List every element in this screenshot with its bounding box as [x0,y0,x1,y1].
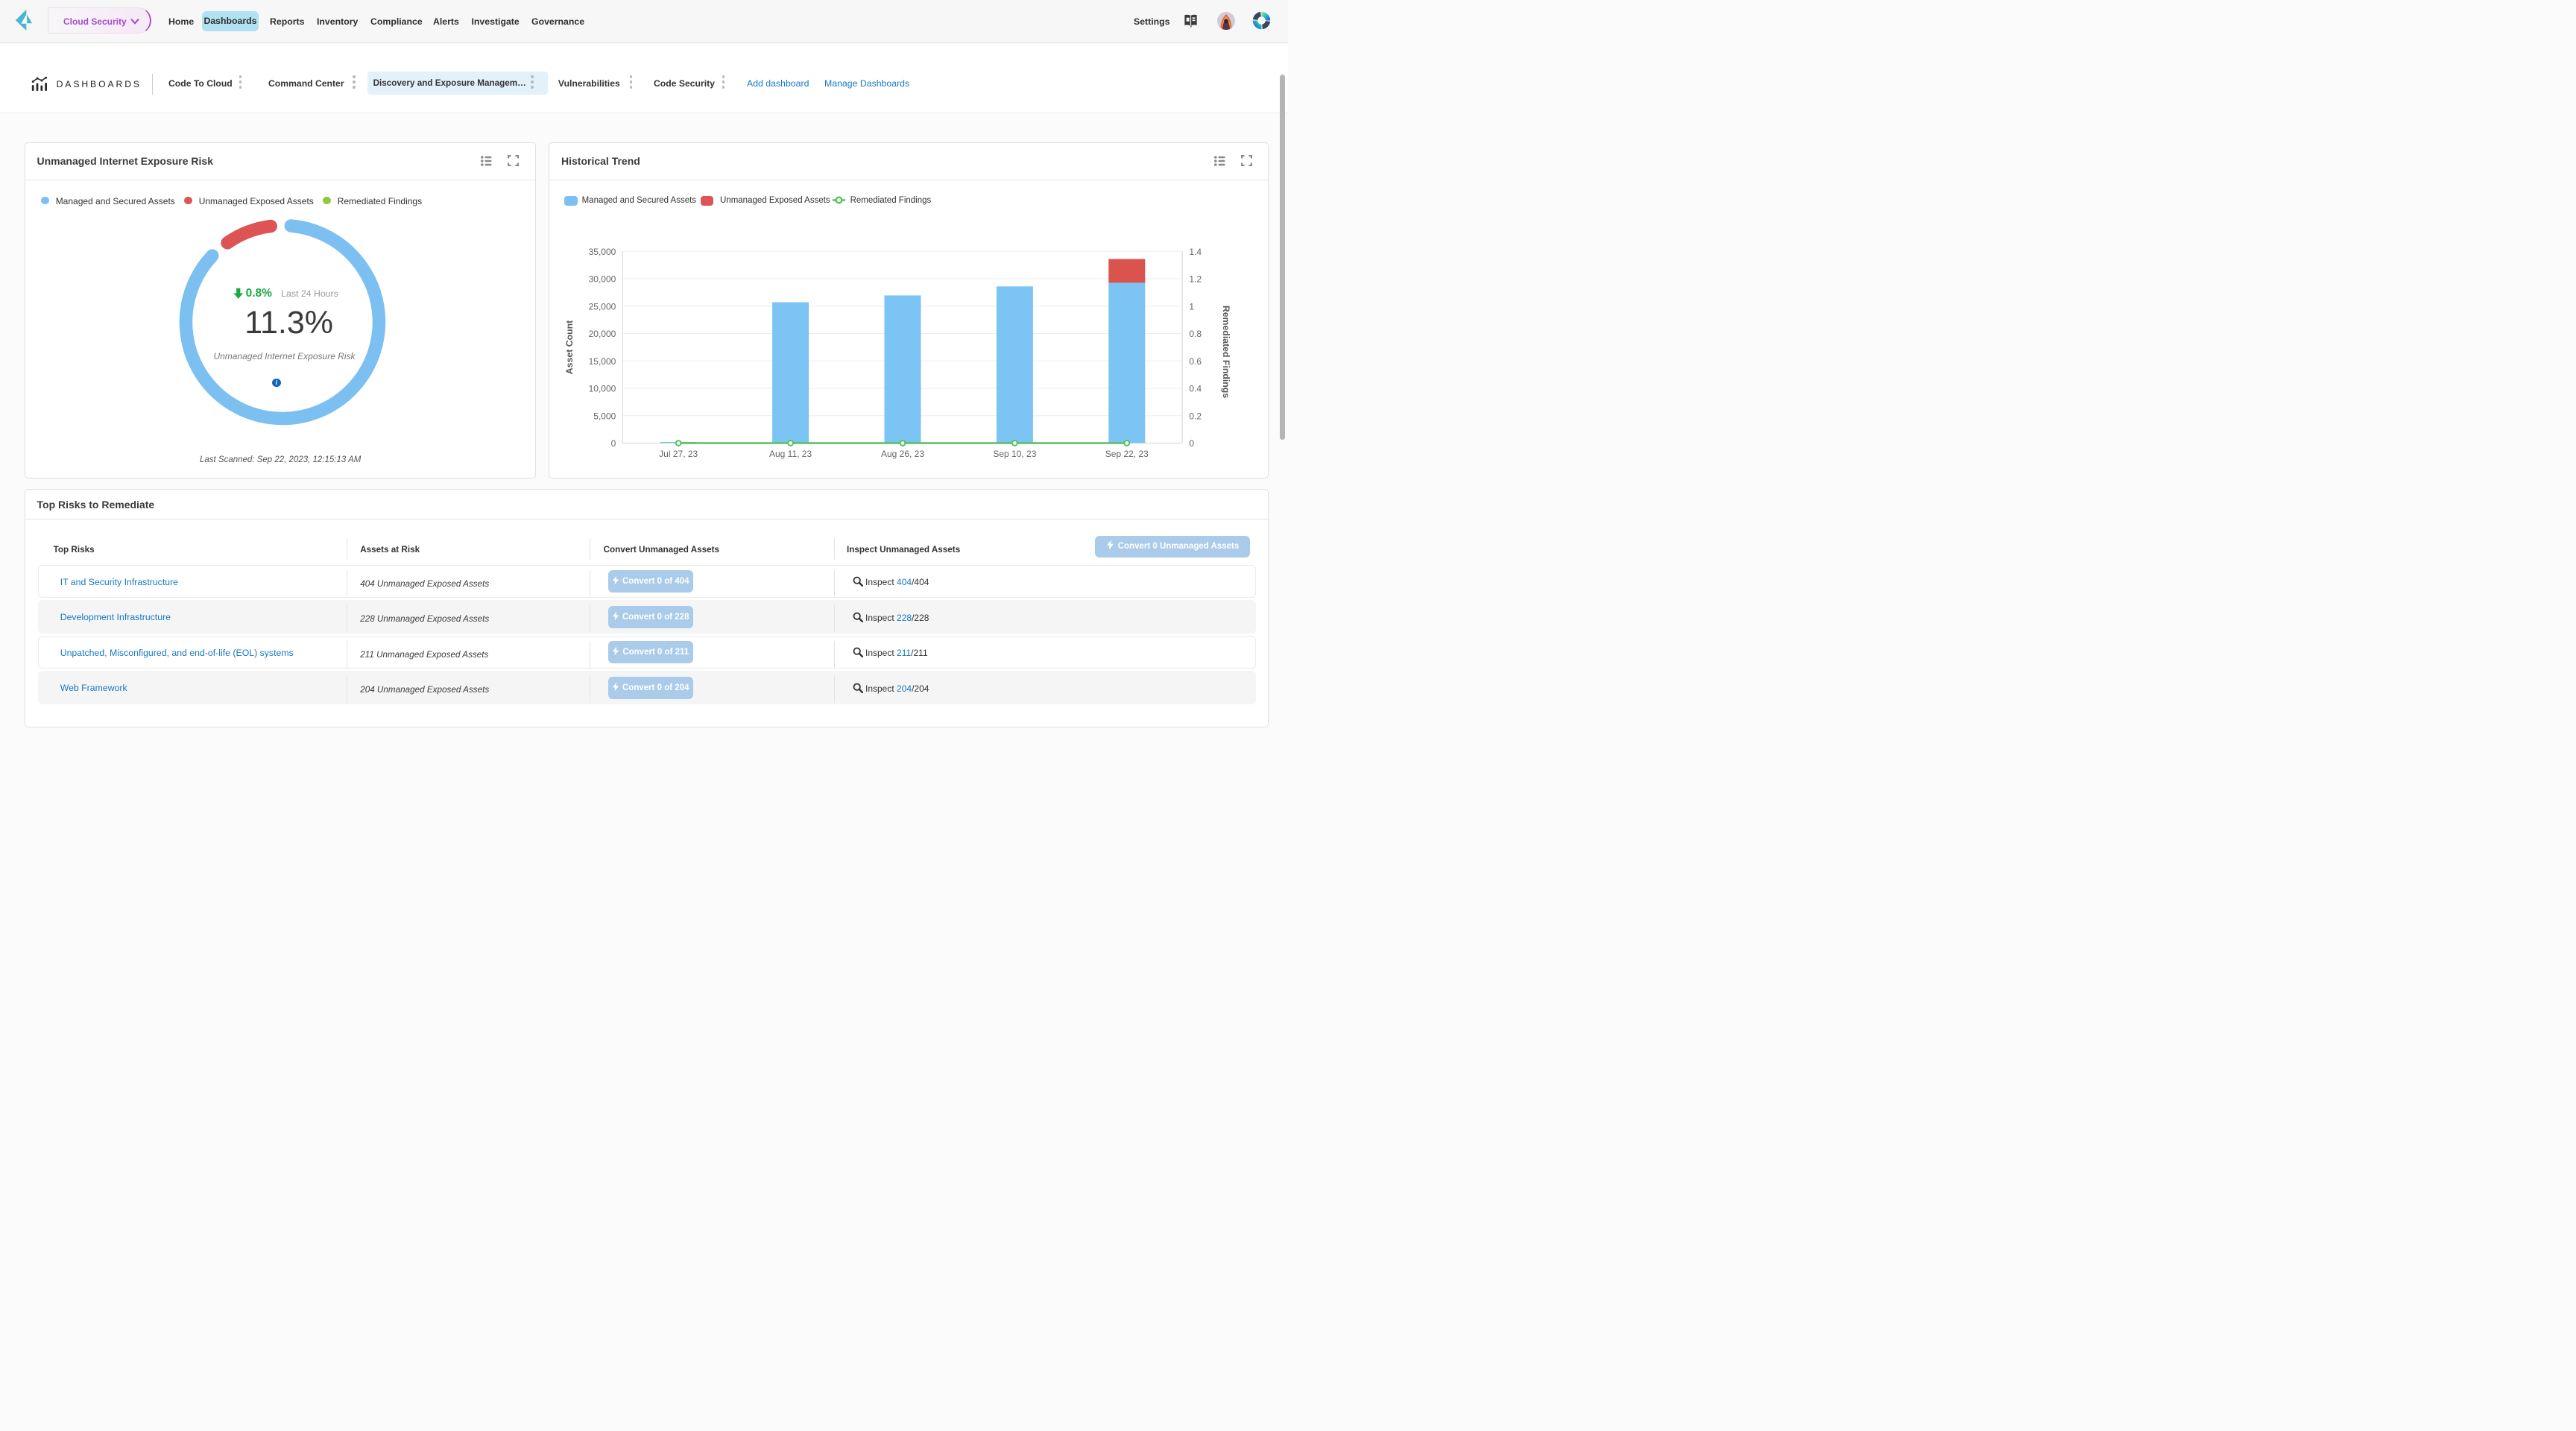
svg-text:0.4: 0.4 [1189,384,1202,394]
svg-text:Aug 26, 23: Aug 26, 23 [880,449,924,459]
svg-text:10,000: 10,000 [588,384,616,394]
svg-text:Jul 27, 23: Jul 27, 23 [659,449,698,459]
svg-text:0.8: 0.8 [1189,329,1202,339]
svg-text:0: 0 [1189,438,1194,449]
svg-text:25,000: 25,000 [588,301,616,312]
svg-text:35,000: 35,000 [588,247,616,257]
svg-text:30,000: 30,000 [588,274,616,285]
svg-text:1.2: 1.2 [1189,274,1202,285]
svg-text:5,000: 5,000 [593,411,616,421]
svg-text:Remediated Findings: Remediated Findings [1221,306,1231,399]
svg-text:1.4: 1.4 [1189,247,1202,257]
svg-text:15,000: 15,000 [588,356,616,367]
svg-text:0: 0 [610,438,616,449]
svg-text:Asset Count: Asset Count [564,320,574,374]
svg-text:Sep 10, 23: Sep 10, 23 [993,449,1036,459]
svg-text:1: 1 [1189,301,1194,312]
svg-text:20,000: 20,000 [588,329,616,339]
svg-text:Aug 11, 23: Aug 11, 23 [769,449,812,459]
svg-text:0.2: 0.2 [1189,411,1202,421]
svg-text:0.6: 0.6 [1189,356,1202,367]
svg-text:Sep 22, 23: Sep 22, 23 [1105,449,1148,459]
